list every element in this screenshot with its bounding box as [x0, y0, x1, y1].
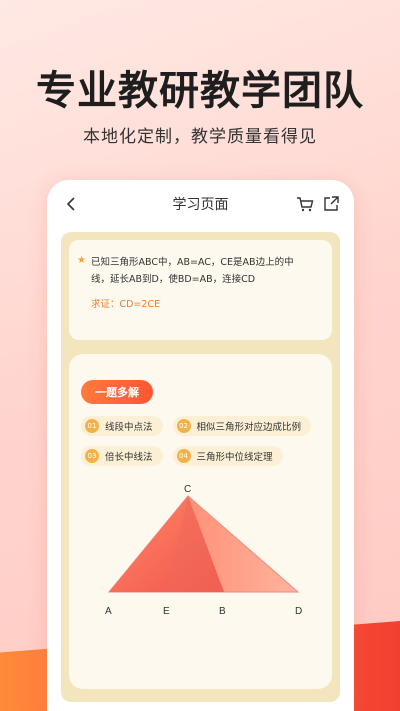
method-item[interactable]: 01 线段中点法 — [81, 416, 163, 436]
label-d: D — [295, 606, 302, 617]
question-line-2: 线，延长AB到D，使BD=AB，连接CD — [91, 274, 256, 285]
method-label: 三角形中位线定理 — [196, 452, 273, 463]
label-c: C — [184, 484, 191, 495]
method-item[interactable]: 03 倍长中线法 — [81, 446, 163, 466]
solution-card: 一题多解 01 线段中点法 02 相似三角形对应边成比例 03 倍长中线法 04… — [69, 354, 332, 689]
label-b: B — [219, 606, 226, 617]
method-number: 04 — [176, 449, 191, 463]
back-arrow-icon[interactable] — [61, 194, 81, 214]
question-card: ★ 已知三角形ABC中，AB=AC，CE是AB边上的中 线，延长AB到D，使BD… — [69, 240, 332, 340]
method-number: 03 — [85, 449, 99, 463]
label-e: E — [163, 606, 170, 617]
method-number: 01 — [85, 419, 99, 433]
method-item[interactable]: 04 三角形中位线定理 — [172, 446, 283, 466]
phone-mockup: 学习页面 ★ 已知三角形ABC中，AB=AC，CE是AB边上的中 线，延长AB到… — [47, 180, 354, 711]
method-number: 02 — [176, 419, 191, 433]
page-title: 学习页面 — [172, 197, 229, 213]
triangle-diagram: C A E B D — [105, 484, 302, 617]
subheadline: 本地化定制，教学质量看得见 — [83, 127, 317, 147]
method-list: 01 线段中点法 02 相似三角形对应边成比例 03 倍长中线法 04 三角形中… — [81, 416, 320, 466]
headline: 专业教研教学团队 — [36, 68, 364, 114]
question-prove: 求证：CD=2CE — [91, 299, 161, 310]
label-a: A — [105, 606, 112, 617]
content-panel: ★ 已知三角形ABC中，AB=AC，CE是AB边上的中 线，延长AB到D，使BD… — [61, 232, 340, 702]
star-icon: ★ — [77, 255, 86, 266]
multi-solution-badge: 一题多解 — [81, 380, 153, 404]
top-bar: 学习页面 — [47, 180, 354, 228]
method-label: 相似三角形对应边成比例 — [196, 422, 302, 433]
method-label: 线段中点法 — [105, 422, 153, 433]
share-icon[interactable] — [322, 195, 340, 213]
method-item[interactable]: 02 相似三角形对应边成比例 — [172, 416, 312, 436]
question-line-1: 已知三角形ABC中，AB=AC，CE是AB边上的中 — [91, 257, 294, 268]
method-label: 倍长中线法 — [105, 452, 153, 463]
cart-icon[interactable] — [296, 195, 314, 213]
